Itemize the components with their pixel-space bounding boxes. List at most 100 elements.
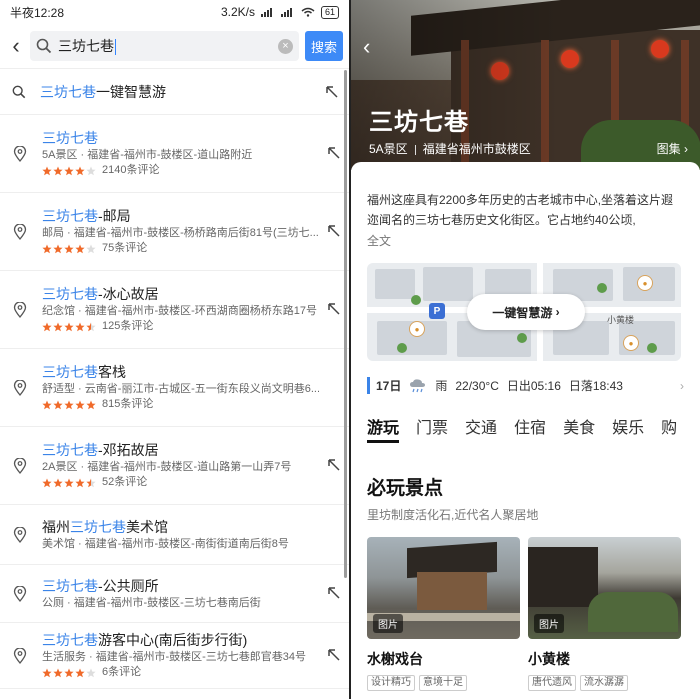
attraction-pin-icon[interactable]: ● — [637, 275, 653, 291]
half-star-icon — [86, 322, 96, 331]
attraction-pin-icon[interactable]: ● — [623, 335, 639, 351]
battery-icon: 61 — [320, 5, 339, 19]
tab-entertainment[interactable]: 娱乐 — [612, 414, 644, 443]
star-icon — [75, 478, 85, 487]
fill-query-arrow-icon[interactable] — [325, 85, 339, 99]
tab-hotel[interactable]: 住宿 — [514, 414, 546, 443]
search-icon — [36, 38, 52, 54]
suggestion-rest: 一键智慧游 — [96, 83, 166, 100]
result-title: 三坊七巷客栈 — [42, 364, 126, 380]
text-caret — [115, 39, 116, 56]
star-icon — [53, 400, 63, 409]
star-icon — [64, 400, 74, 409]
back-arrow-icon[interactable]: ‹ — [8, 33, 24, 58]
spot-name[interactable]: 小黄楼 — [528, 649, 681, 669]
rating-row: 125条评论 — [42, 319, 319, 334]
search-icon — [12, 85, 26, 98]
fill-query-arrow-icon[interactable] — [327, 458, 341, 472]
location-pin-icon — [13, 379, 27, 396]
status-bar: 半夜12:28 3.2K/s 61 — [0, 0, 349, 24]
mini-map[interactable]: P ● ● ● 一键智慧游 › 小黄楼 — [367, 263, 681, 361]
star-icon — [42, 244, 52, 253]
fill-query-arrow-icon[interactable] — [327, 224, 341, 238]
star-icon — [53, 244, 63, 253]
smart-tour-button[interactable]: 一键智慧游 › — [467, 294, 585, 330]
search-input[interactable]: 三坊七巷 × — [30, 31, 299, 61]
star-icon — [75, 244, 85, 253]
result-title: 三坊七巷 — [42, 130, 98, 146]
result-address: 舒适型 · 云南省-丽江市-古城区-五一街东段义尚文明巷6... — [42, 383, 319, 395]
tab-play[interactable]: 游玩 — [367, 414, 400, 443]
spot-name[interactable]: 水榭戏台 — [367, 649, 520, 669]
detail-tabs: 游玩 门票 交通 住宿 美食 娱乐 购 — [367, 414, 684, 443]
signal-icon — [260, 8, 272, 17]
section-title: 必玩景点 — [367, 478, 444, 499]
star-icon — [64, 478, 74, 487]
spot-tag: 唐代遗风 — [528, 675, 576, 691]
star-icon — [53, 478, 63, 487]
result-title: 三坊七巷-邓拓故居 — [42, 442, 159, 458]
star-icon — [53, 322, 63, 331]
result-item[interactable]: 三坊七巷-冰心故居 纪念馆 · 福建省-福州市-鼓楼区-环西湖商圈杨桥东路17号 1… — [0, 271, 349, 349]
hero-image[interactable]: ‹ 三坊七巷 5A景区 福建省福州市鼓楼区 图集 › — [351, 0, 700, 170]
detail-panel: ‹ 三坊七巷 5A景区 福建省福州市鼓楼区 图集 › 福州这座具有2200多年历史… — [351, 0, 700, 699]
fill-query-arrow-icon[interactable] — [327, 648, 341, 662]
map-label: 小黄楼 — [607, 315, 635, 325]
weather-temp: 22/30°C — [455, 378, 499, 393]
star-icon — [42, 668, 52, 677]
spot-photo[interactable]: 图片 — [528, 537, 681, 639]
result-item[interactable]: 三坊七巷-邓拓故居 2A景区 · 福建省-福州市-鼓楼区-道山路第一山弄7号 52条… — [0, 427, 349, 505]
star-icon — [64, 244, 74, 253]
tab-shopping[interactable]: 购 — [661, 414, 677, 443]
clear-icon[interactable]: × — [278, 38, 293, 54]
review-count: 815条评论 — [102, 398, 154, 410]
star-icon — [42, 400, 52, 409]
result-address: 邮局 · 福建省-福州市-鼓楼区-杨桥路南后街81号(三坊七... — [42, 227, 319, 239]
result-title: 三坊七巷游客中心(南后街步行街) — [42, 632, 248, 648]
result-address: 5A景区 · 福建省-福州市-鼓楼区-道山路附近 — [42, 149, 253, 161]
star-icon — [64, 322, 74, 331]
location-pin-icon — [13, 585, 27, 602]
result-item[interactable]: 三坊七巷 5A景区 · 福建省-福州市-鼓楼区-道山路附近 2140条评论 — [0, 115, 349, 193]
star-icon — [64, 166, 74, 175]
search-query: 三坊七巷 — [58, 38, 114, 54]
rating-stars — [42, 668, 96, 678]
chevron-right-icon[interactable]: › — [680, 379, 684, 393]
attraction-pin-icon[interactable]: ● — [409, 321, 425, 337]
tab-food[interactable]: 美食 — [563, 414, 595, 443]
result-item[interactable]: 三坊七巷-公共厕所 公厕 · 福建省-福州市-鼓楼区-三坊七巷南后街 — [0, 565, 349, 623]
weather-condition: 雨 — [435, 379, 448, 393]
wifi-icon — [301, 7, 315, 17]
rating-stars — [42, 322, 96, 332]
rating-row: 52条评论 — [42, 475, 319, 490]
spot-photo[interactable]: 图片 — [367, 537, 520, 639]
location-pin-icon — [13, 145, 27, 162]
result-item[interactable]: 三坊七巷游客中心(南后街步行街) 生活服务 · 福建省-福州市-鼓楼区-三坊七巷郎… — [0, 623, 349, 689]
weather-sunrise: 日出05:16 — [506, 379, 561, 393]
spot-photos: 图片 图片 — [367, 537, 684, 639]
result-item[interactable]: 福州三坊七巷美术馆 美术馆 · 福建省-福州市-鼓楼区-南街街道南后街8号 — [0, 505, 349, 565]
search-button[interactable]: 搜索 — [305, 31, 343, 61]
tab-tickets[interactable]: 门票 — [416, 414, 448, 443]
full-text-link[interactable]: 全文 — [367, 232, 684, 249]
rating-stars — [42, 166, 96, 176]
suggestion-smart-tour[interactable]: 三坊七巷一键智慧游 — [0, 69, 349, 115]
suggestion-highlight: 三坊七巷 — [40, 83, 96, 100]
result-item[interactable]: 三坊七巷-邮局 邮局 · 福建省-福州市-鼓楼区-杨桥路南后街81号(三坊七...… — [0, 193, 349, 271]
result-item[interactable]: 三坊七巷客栈舒适型 · 云南省-丽江市-古城区-五一街东段义尚文明巷6... 81… — [0, 349, 349, 427]
rating-row: 2140条评论 — [42, 163, 319, 178]
fill-query-arrow-icon[interactable] — [327, 146, 341, 160]
fill-query-arrow-icon[interactable] — [327, 586, 341, 600]
back-arrow-icon[interactable]: ‹ — [363, 34, 370, 60]
fill-query-arrow-icon[interactable] — [327, 302, 341, 316]
empty-star-icon — [86, 668, 96, 677]
result-address: 2A景区 · 福建省-福州市-鼓楼区-道山路第一山弄7号 — [42, 461, 292, 473]
weather-sunset: 日落18:43 — [568, 379, 623, 393]
scenic-description: 福州这座具有2200多年历史的古老城市中心,坐落着这片遐迩闻名的三坊七巷历史文化… — [367, 193, 674, 227]
location-pin-icon — [13, 526, 27, 543]
result-address: 公厕 · 福建省-福州市-鼓楼区-三坊七巷南后街 — [42, 596, 261, 609]
tab-traffic[interactable]: 交通 — [465, 414, 497, 443]
star-icon — [75, 400, 85, 409]
scrollbar[interactable] — [344, 70, 347, 578]
gallery-link[interactable]: 图集 › — [657, 140, 688, 157]
